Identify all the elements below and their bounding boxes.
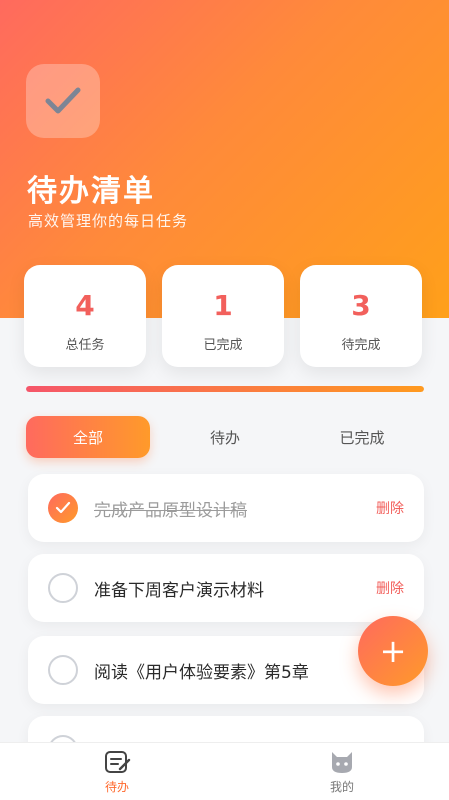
filter-tabs: 全部 待办 已完成: [26, 416, 424, 458]
nav-item-todo[interactable]: 待办: [57, 749, 177, 795]
stat-completed-label: 已完成: [203, 338, 243, 353]
stat-card-completed: 1 已完成: [162, 265, 284, 367]
cat-avatar-icon: [332, 752, 352, 773]
task-checkbox[interactable]: [48, 655, 78, 685]
add-task-button[interactable]: +: [358, 616, 428, 686]
stat-card-pending: 3 待完成: [300, 265, 422, 367]
tab-completed[interactable]: 已完成: [300, 416, 424, 458]
stat-pending-value: 3: [351, 289, 371, 322]
task-text: 完成产品原型设计稿: [94, 500, 247, 521]
task-item[interactable]: 完成产品原型设计稿 删除: [28, 474, 424, 542]
delete-button[interactable]: 删除: [376, 498, 404, 518]
task-checkbox[interactable]: [48, 573, 78, 603]
nav-label-mine: 我的: [329, 780, 354, 794]
checkmark-icon: [45, 87, 81, 114]
task-text: 准备下周客户演示材料: [94, 580, 264, 601]
stat-total-value: 4: [75, 289, 95, 322]
stat-total-label: 总任务: [65, 338, 105, 353]
check-icon: [55, 501, 71, 514]
page-title: 待办清单: [27, 174, 155, 209]
app-logo: [26, 64, 100, 138]
task-checkbox[interactable]: [48, 493, 78, 523]
todo-list-icon: [105, 751, 131, 773]
task-item[interactable]: 准备下周客户演示材料 删除: [28, 554, 424, 622]
progress-fill: [26, 386, 424, 392]
tab-pending[interactable]: 待办: [163, 416, 287, 458]
nav-label-todo: 待办: [104, 780, 129, 794]
progress-bar: [26, 386, 424, 392]
page-subtitle: 高效管理你的每日任务: [28, 212, 189, 230]
delete-button[interactable]: 删除: [376, 578, 404, 598]
stat-card-total: 4 总任务: [24, 265, 146, 367]
stat-completed-value: 1: [213, 289, 233, 322]
bottom-nav: 待办 我的: [0, 742, 449, 800]
tab-all[interactable]: 全部: [26, 416, 150, 458]
nav-item-mine[interactable]: 我的: [282, 749, 402, 795]
stat-pending-label: 待完成: [341, 338, 381, 353]
